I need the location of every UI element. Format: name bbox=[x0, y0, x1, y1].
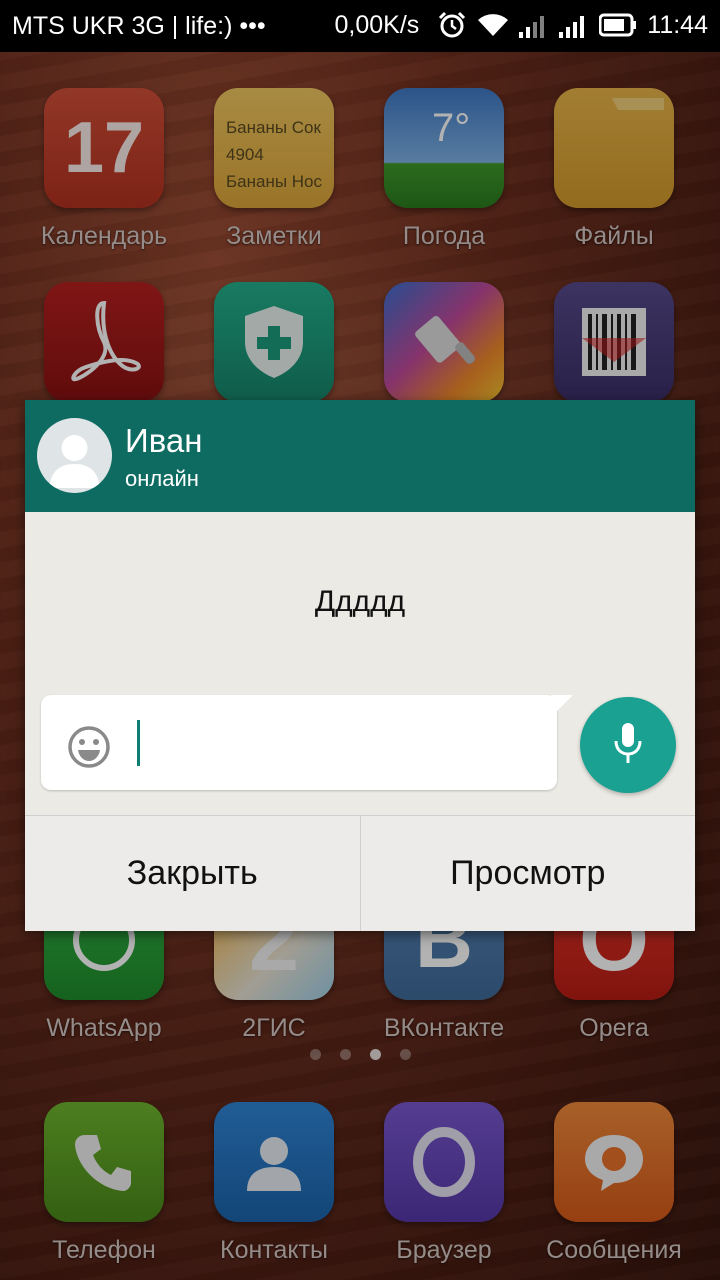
reply-box-tail bbox=[551, 695, 573, 717]
close-button[interactable]: Закрыть bbox=[25, 816, 360, 931]
dialog-header[interactable]: Иван онлайн bbox=[25, 400, 695, 512]
microphone-icon bbox=[611, 721, 645, 770]
mic-button[interactable] bbox=[580, 697, 676, 793]
signal-icon bbox=[559, 12, 589, 38]
wifi-icon bbox=[477, 12, 509, 38]
network-speed: 0,00K/s bbox=[334, 10, 420, 39]
quick-reply-dialog: Иван онлайн Ддддд Закрыть Просмотр bbox=[25, 400, 695, 931]
message-text: Ддддд bbox=[314, 585, 406, 618]
text-cursor bbox=[137, 720, 140, 766]
signal-icon bbox=[519, 12, 549, 38]
dialog-buttons: Закрыть Просмотр bbox=[25, 815, 695, 931]
status-bar: MTS UKR 3G | life:) ••• 0,00K/s 11:44 bbox=[0, 0, 720, 52]
avatar[interactable] bbox=[37, 418, 112, 493]
contact-name: Иван bbox=[125, 422, 203, 459]
battery-icon bbox=[599, 13, 637, 37]
reply-input[interactable] bbox=[133, 716, 537, 770]
emoji-icon[interactable] bbox=[67, 725, 111, 769]
alarm-icon bbox=[437, 10, 467, 40]
contact-status: онлайн bbox=[125, 466, 199, 491]
view-button[interactable]: Просмотр bbox=[359, 816, 695, 931]
carrier-label: MTS UKR 3G | life:) ••• bbox=[12, 12, 266, 40]
clock: 11:44 bbox=[647, 10, 708, 39]
